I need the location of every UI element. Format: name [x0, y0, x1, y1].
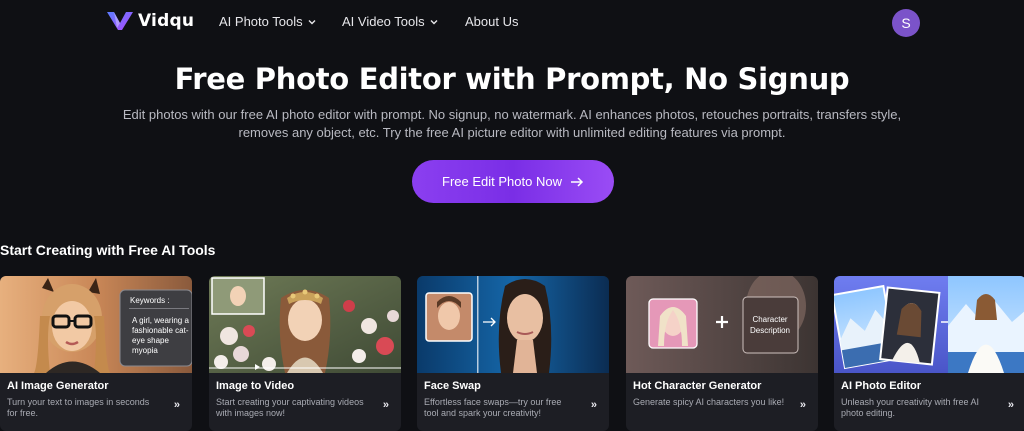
tool-card-image-to-video[interactable]: Image to Video Start creating your capti…	[209, 276, 401, 431]
double-chevron-right-icon: »	[382, 399, 389, 411]
hero-description: Edit photos with our free AI photo edito…	[80, 106, 944, 142]
double-chevron-right-icon: »	[799, 399, 806, 411]
double-chevron-right-icon: »	[590, 399, 597, 411]
painting-portrait-image	[209, 276, 401, 373]
nav-ai-photo-tools[interactable]: AI Photo Tools	[219, 14, 316, 29]
section-title: Start Creating with Free AI Tools	[0, 242, 216, 258]
tool-card-hot-character-generator[interactable]: Character Description Hot Character Gene…	[626, 276, 818, 431]
nav-ai-video-tools[interactable]: AI Video Tools	[342, 14, 438, 29]
card-title: Face Swap	[424, 380, 481, 392]
keywords-label: Keywords :	[130, 296, 170, 305]
chevron-down-icon	[430, 19, 438, 24]
nav-item-label: AI Photo Tools	[219, 14, 303, 29]
tool-card-ai-photo-editor[interactable]: AI Photo Editor Unleash your creativity …	[834, 276, 1024, 431]
card-title: Hot Character Generator	[633, 380, 762, 392]
nav-item-label: About Us	[465, 14, 519, 29]
arrow-right-icon	[570, 176, 584, 187]
badge-text: Character	[752, 315, 787, 324]
face-swap-image	[417, 276, 609, 373]
photo-editor-image	[834, 276, 1024, 373]
top-nav: Vidqu AI Photo Tools AI Video Tools Abou…	[0, 0, 1024, 44]
logo-icon	[107, 12, 133, 30]
keywords-text: myopia	[132, 346, 158, 355]
card-description: Generate spicy AI characters you like!	[633, 397, 785, 407]
card-description: Start creating your captivating videos w…	[216, 397, 364, 418]
double-chevron-right-icon: »	[173, 399, 180, 411]
cta-label: Free Edit Photo Now	[442, 174, 562, 189]
card-description: Turn your text to images in seconds for …	[7, 397, 150, 418]
card-image: Keywords : A girl, wearing a fashionable…	[0, 276, 192, 373]
nav-item-label: AI Video Tools	[342, 14, 425, 29]
free-edit-photo-button[interactable]: Free Edit Photo Now	[412, 160, 614, 203]
keywords-text: A girl, wearing a	[132, 316, 189, 325]
user-avatar[interactable]: S	[892, 9, 920, 37]
card-title: AI Image Generator	[7, 380, 109, 392]
card-image: Character Description	[626, 276, 818, 373]
page-title: Free Photo Editor with Prompt, No Signup	[174, 62, 850, 96]
badge-text: Description	[750, 326, 790, 335]
card-image	[834, 276, 1024, 373]
card-description: Unleash your creativity with free AI pho…	[841, 397, 980, 418]
keywords-text: fashionable cat-	[132, 326, 189, 335]
card-description: Effortless face swaps—try our free tool …	[424, 397, 562, 418]
hero-description-line: removes any object, etc. Try the free AI…	[238, 125, 786, 140]
card-image	[417, 276, 609, 373]
nav-about-us[interactable]: About Us	[465, 14, 518, 29]
logo-text: Vidqu	[138, 11, 195, 31]
card-title: AI Photo Editor	[841, 380, 922, 392]
tool-card-face-swap[interactable]: Face Swap Effortless face swaps—try our …	[417, 276, 609, 431]
character-generator-image: Character Description	[626, 276, 818, 373]
logo[interactable]: Vidqu	[106, 10, 194, 32]
card-title: Image to Video	[216, 380, 295, 392]
card-image	[209, 276, 401, 373]
hero-description-line: Edit photos with our free AI photo edito…	[122, 107, 902, 122]
girl-portrait-image: Keywords : A girl, wearing a fashionable…	[0, 276, 192, 373]
chevron-down-icon	[308, 19, 316, 24]
keywords-text: eye shape	[132, 336, 169, 345]
tool-card-ai-image-generator[interactable]: Keywords : A girl, wearing a fashionable…	[0, 276, 192, 431]
double-chevron-right-icon: »	[1007, 399, 1014, 411]
